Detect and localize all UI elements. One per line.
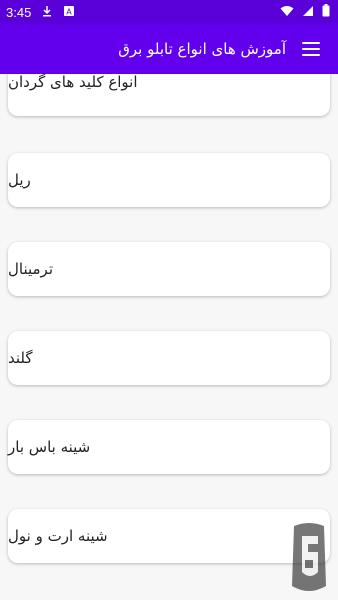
- store-watermark-icon: [288, 522, 330, 594]
- list-item[interactable]: ترمینال: [8, 242, 330, 296]
- list-item-label: انواع کلید های گردان: [8, 74, 138, 91]
- list-item-label: گلند: [8, 349, 33, 367]
- list-item[interactable]: گلند: [8, 331, 330, 385]
- list-item[interactable]: ریل: [8, 153, 330, 207]
- download-icon: [41, 5, 53, 20]
- app-bar: آموزش های انواع تابلو برق: [0, 24, 338, 74]
- notification-a-icon: A: [63, 5, 75, 20]
- menu-icon[interactable]: [302, 42, 320, 56]
- page-title: آموزش های انواع تابلو برق: [118, 40, 286, 58]
- list-item-label: ترمینال: [8, 260, 54, 278]
- list-item-label: شینه ارت و نول: [8, 527, 108, 545]
- svg-text:A: A: [67, 7, 73, 16]
- list-item[interactable]: انواع کلید های گردان: [8, 74, 330, 116]
- signal-icon: [302, 5, 314, 20]
- list-item[interactable]: شینه باس بار: [8, 420, 330, 474]
- list-item-label: ریل: [8, 171, 31, 189]
- list-item[interactable]: شینه ارت و نول: [8, 509, 330, 563]
- status-time: 3:45: [6, 4, 32, 20]
- battery-icon: [322, 4, 330, 20]
- list-item-label: شینه باس بار: [8, 438, 91, 456]
- wifi-icon: [280, 5, 294, 20]
- status-bar: 3:45 A: [0, 0, 338, 24]
